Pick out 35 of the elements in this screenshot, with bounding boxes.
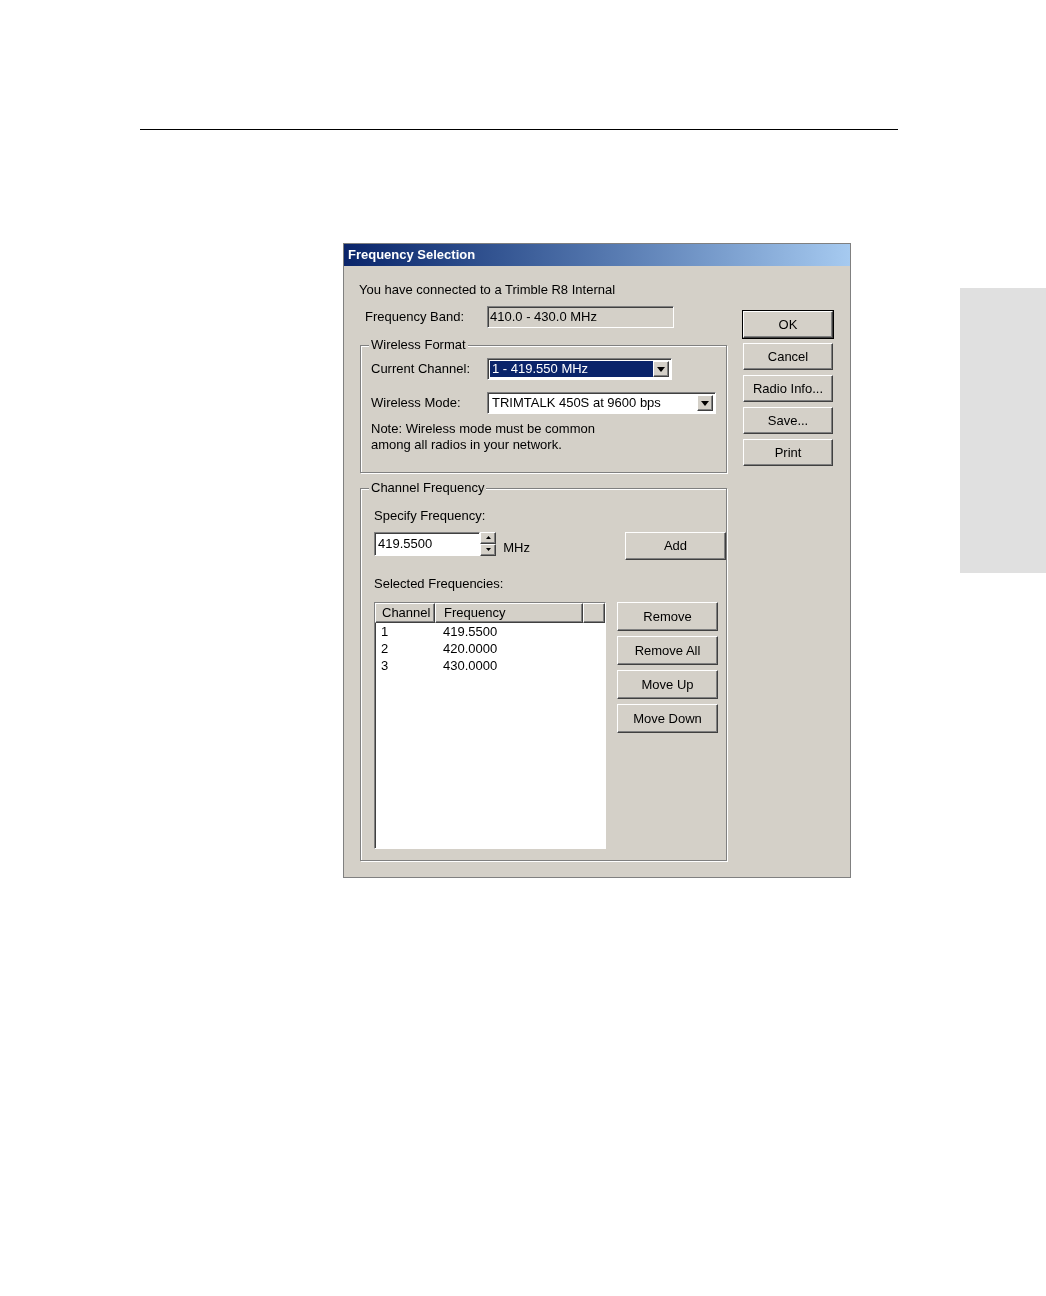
spin-up-button[interactable]	[479, 531, 497, 544]
table-cell-text: 430.0000	[442, 656, 499, 675]
dialog-button[interactable]: Print	[743, 439, 833, 466]
table-cell-text: 3	[380, 656, 390, 675]
table-cell-text: 1	[380, 622, 390, 641]
dialog-button[interactable]: Remove	[617, 602, 718, 631]
dialog-button[interactable]: Move Down	[617, 704, 718, 733]
field-label: Current Channel:	[371, 360, 471, 379]
caret-down-icon	[485, 548, 491, 551]
field-label: Wireless Mode:	[371, 394, 462, 413]
dialog-button[interactable]: Save...	[743, 407, 833, 434]
table-cell-text: 419.5500	[442, 622, 499, 641]
dropdown-field[interactable]: TRIMTALK 450S at 9600 bps	[487, 392, 716, 414]
field-label: Selected Frequencies:	[374, 574, 505, 593]
connection-message: You have connected to a Trimble R8 Internal	[359, 281, 617, 299]
dialog-button[interactable]: OK	[743, 311, 833, 338]
column-header[interactable]: Frequency	[435, 603, 583, 623]
table-cell-text: 2	[380, 639, 390, 658]
field-label: Frequency Band:	[365, 308, 465, 327]
window-title: Frequency Selection	[344, 244, 850, 266]
note-text: Note: Wireless mode must be common among all radios in your network.	[371, 421, 596, 453]
column-header[interactable]: Channel	[375, 603, 435, 623]
dialog-button[interactable]: Cancel	[743, 343, 833, 370]
field-label: Specify Frequency:	[374, 507, 487, 525]
caret-up-icon	[485, 536, 491, 539]
group-title: Channel Frequency	[369, 480, 487, 496]
frequency-input[interactable]: 419.5500	[374, 531, 480, 556]
dialog-button[interactable]: Radio Info...	[743, 375, 833, 402]
dialog-button[interactable]: Move Up	[617, 670, 718, 699]
dialog-button[interactable]: Add	[625, 531, 726, 560]
table-cell-text: 420.0000	[442, 639, 499, 658]
frequency-band-field: 410.0 - 430.0 MHz	[487, 306, 674, 328]
unit-label: MHz	[503, 538, 530, 557]
dialog-button[interactable]: Remove All	[617, 636, 718, 665]
dropdown-field[interactable]: 1 - 419.550 MHz	[487, 358, 672, 380]
